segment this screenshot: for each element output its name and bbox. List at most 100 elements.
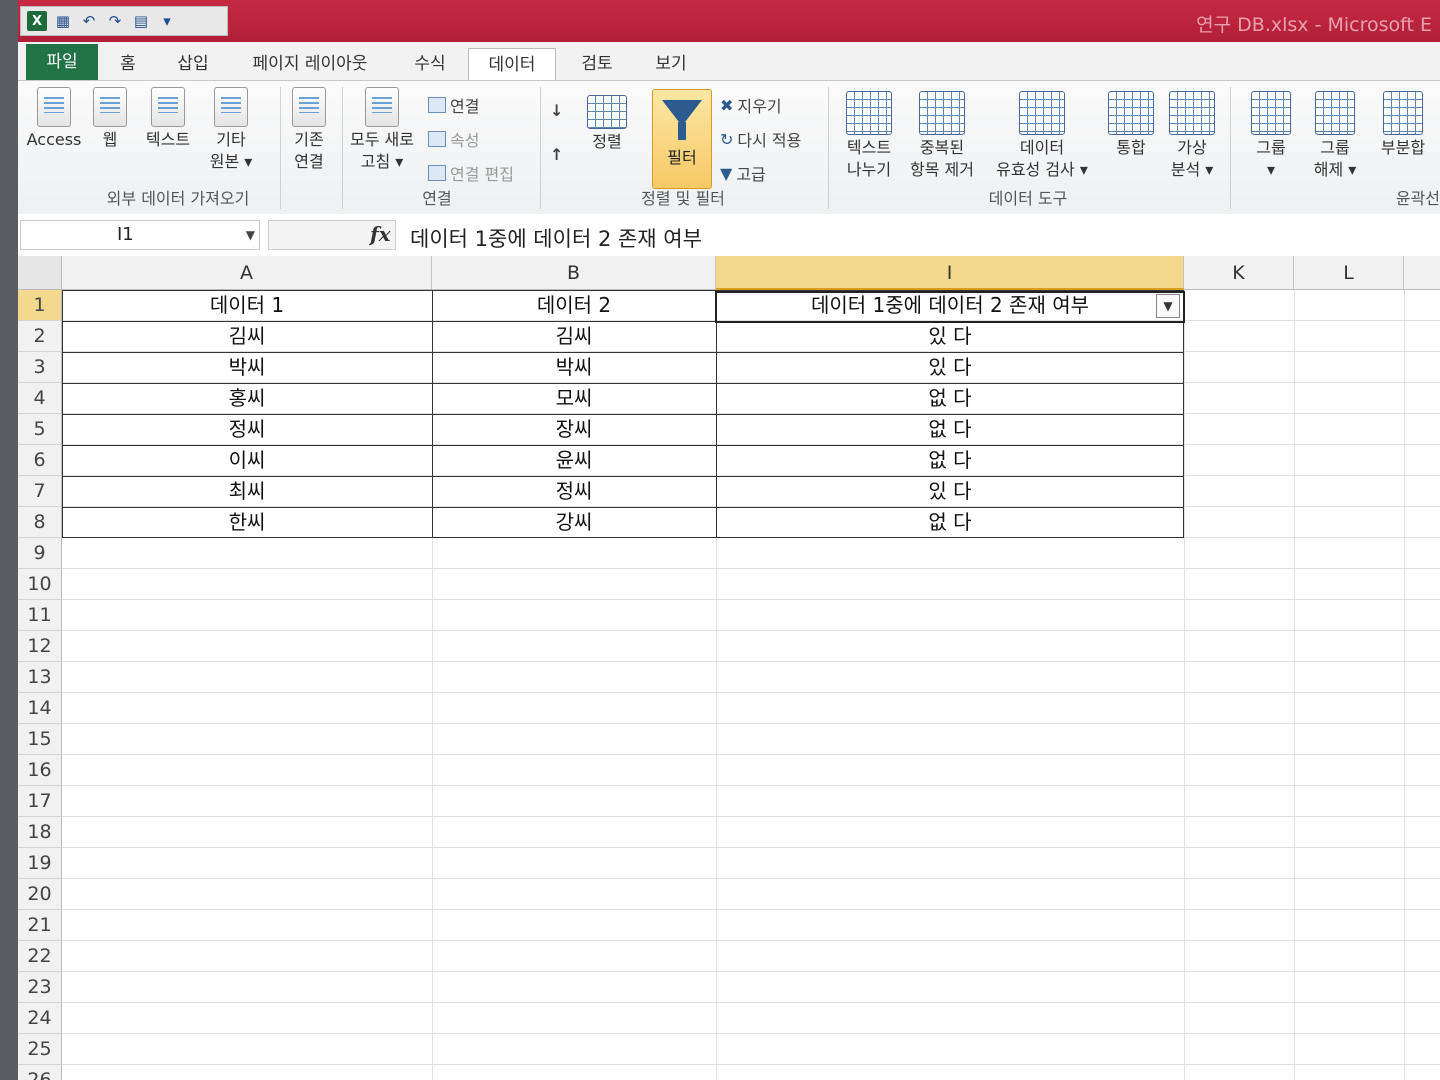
row-header[interactable]: 14 (18, 693, 62, 724)
tab-formulas[interactable]: 수식 (404, 48, 456, 80)
tab-page-layout[interactable]: 페이지 레이아웃 (242, 48, 378, 80)
tab-file[interactable]: 파일 (26, 44, 98, 80)
table-row-line (62, 476, 1184, 477)
select-all-corner[interactable] (18, 256, 62, 290)
undo-icon[interactable]: ↶ (79, 11, 99, 31)
row-header[interactable]: 4 (18, 383, 62, 414)
column-header-b[interactable]: B (432, 256, 716, 290)
quick-access-toolbar: X ▦ ↶ ↷ ▤ ▾ (20, 6, 228, 36)
tab-home[interactable]: 홈 (110, 48, 146, 80)
grid-row-line (62, 630, 1440, 631)
grid-column-line (1294, 290, 1295, 1080)
customize-qat-icon[interactable]: ▾ (157, 11, 177, 31)
column-header-l[interactable]: L (1294, 256, 1404, 290)
row-header[interactable]: 21 (18, 910, 62, 941)
edit-links-button[interactable]: 연결 편집 (428, 161, 514, 185)
row-header[interactable]: 8 (18, 507, 62, 538)
name-box[interactable]: I1 ▼ (20, 220, 260, 250)
row-header[interactable]: 17 (18, 786, 62, 817)
grid-row-line (62, 723, 1440, 724)
row-header[interactable]: 16 (18, 755, 62, 786)
clear-filter-button[interactable]: ✖ 지우기 (720, 93, 782, 117)
web-button[interactable]: 웹 (88, 87, 132, 151)
row-header[interactable]: 18 (18, 817, 62, 848)
insert-function-icon[interactable]: fx (370, 222, 391, 246)
grid-row-line (62, 568, 1440, 569)
row-header[interactable]: 3 (18, 352, 62, 383)
data-validation-icon (1019, 91, 1065, 135)
row-header[interactable]: 9 (18, 538, 62, 569)
title-bar: X ▦ ↶ ↷ ▤ ▾ 연구 DB.xlsx - Microsoft E (18, 0, 1440, 42)
tab-review[interactable]: 검토 (572, 48, 622, 80)
properties-icon (428, 131, 446, 147)
column-header-a[interactable]: A (62, 256, 432, 290)
sort-ascending-button[interactable]: ↓ (550, 101, 563, 120)
subtotal-icon (1383, 91, 1423, 135)
other-sources-button[interactable]: 기타 원본 ▾ (204, 87, 258, 173)
row-header[interactable]: 6 (18, 445, 62, 476)
reapply-icon: ↻ (720, 129, 734, 149)
group-button[interactable]: 그룹 ▾ (1240, 91, 1302, 181)
remove-duplicates-icon (919, 91, 965, 135)
tab-view[interactable]: 보기 (646, 48, 696, 80)
filter-button[interactable]: 필터 (652, 89, 712, 189)
row-header[interactable]: 12 (18, 631, 62, 662)
formula-input[interactable]: 데이터 1중에 데이터 2 존재 여부 (410, 223, 702, 253)
row-header[interactable]: 15 (18, 724, 62, 755)
filter-dropdown-icon[interactable]: ▼ (1156, 294, 1180, 318)
column-header-next[interactable] (1404, 256, 1440, 290)
row-header[interactable]: 13 (18, 662, 62, 693)
advanced-filter-button[interactable]: ▼ 고급 (720, 161, 766, 185)
row-header[interactable]: 20 (18, 879, 62, 910)
ungroup-button[interactable]: 그룹 해제 ▾ (1304, 91, 1366, 181)
subtotal-button[interactable]: 부분합 (1370, 91, 1436, 159)
form-icon[interactable]: ▤ (131, 11, 151, 31)
consolidate-button[interactable]: 통합 (1104, 91, 1158, 159)
row-header[interactable]: 19 (18, 848, 62, 879)
grid-row-line (62, 816, 1440, 817)
row-header[interactable]: 22 (18, 941, 62, 972)
remove-duplicates-button[interactable]: 중복된 항목 제거 (900, 91, 984, 181)
reapply-button[interactable]: ↻ 다시 적용 (720, 127, 801, 151)
refresh-all-button[interactable]: 모두 새로 고침 ▾ (344, 87, 420, 173)
connections-icon (428, 97, 446, 113)
grid-column-line (1404, 290, 1405, 1080)
properties-button[interactable]: 속성 (428, 127, 479, 151)
row-header[interactable]: 7 (18, 476, 62, 507)
redo-icon[interactable]: ↷ (105, 11, 125, 31)
row-header[interactable]: 23 (18, 972, 62, 1003)
formula-bar: I1 ▼ fx 데이터 1중에 데이터 2 존재 여부 (18, 214, 1440, 257)
row-header[interactable]: 1 (18, 290, 62, 321)
access-button[interactable]: Access (26, 87, 82, 151)
sort-descending-button[interactable]: ↑ (550, 145, 563, 164)
name-box-dropdown-icon[interactable]: ▼ (246, 221, 255, 249)
column-header-k[interactable]: K (1184, 256, 1294, 290)
table-column-line (432, 290, 433, 538)
save-icon[interactable]: ▦ (53, 11, 73, 31)
row-header[interactable]: 5 (18, 414, 62, 445)
grid-row-line (62, 599, 1440, 600)
refresh-icon (365, 87, 399, 127)
tab-insert[interactable]: 삽입 (168, 48, 218, 80)
row-header[interactable]: 11 (18, 600, 62, 631)
grid-column-line (1184, 290, 1185, 1080)
table-row-line (62, 445, 1184, 446)
what-if-analysis-button[interactable]: 가상 분석 ▾ (1162, 91, 1222, 181)
row-header[interactable]: 24 (18, 1003, 62, 1034)
row-header[interactable]: 2 (18, 321, 62, 352)
group-label-data-tools: 데이터 도구 (988, 189, 1068, 208)
column-header-i[interactable]: I (716, 256, 1184, 290)
sort-button[interactable]: 정렬 (584, 95, 630, 153)
row-header[interactable]: 26 (18, 1065, 62, 1080)
row-header[interactable]: 25 (18, 1034, 62, 1065)
tab-data[interactable]: 데이터 (468, 48, 556, 80)
text-import-button[interactable]: 텍스트 (138, 87, 198, 151)
existing-connections-button[interactable]: 기존 연결 (280, 87, 338, 173)
data-validation-button[interactable]: 데이터 유효성 검사 ▾ (982, 91, 1102, 181)
text-to-columns-icon (846, 91, 892, 135)
advanced-filter-icon: ▼ (720, 163, 733, 183)
text-to-columns-button[interactable]: 텍스트 나누기 (836, 91, 902, 181)
grid-row-line (62, 1064, 1440, 1065)
connections-button[interactable]: 연결 (428, 93, 479, 117)
row-header[interactable]: 10 (18, 569, 62, 600)
